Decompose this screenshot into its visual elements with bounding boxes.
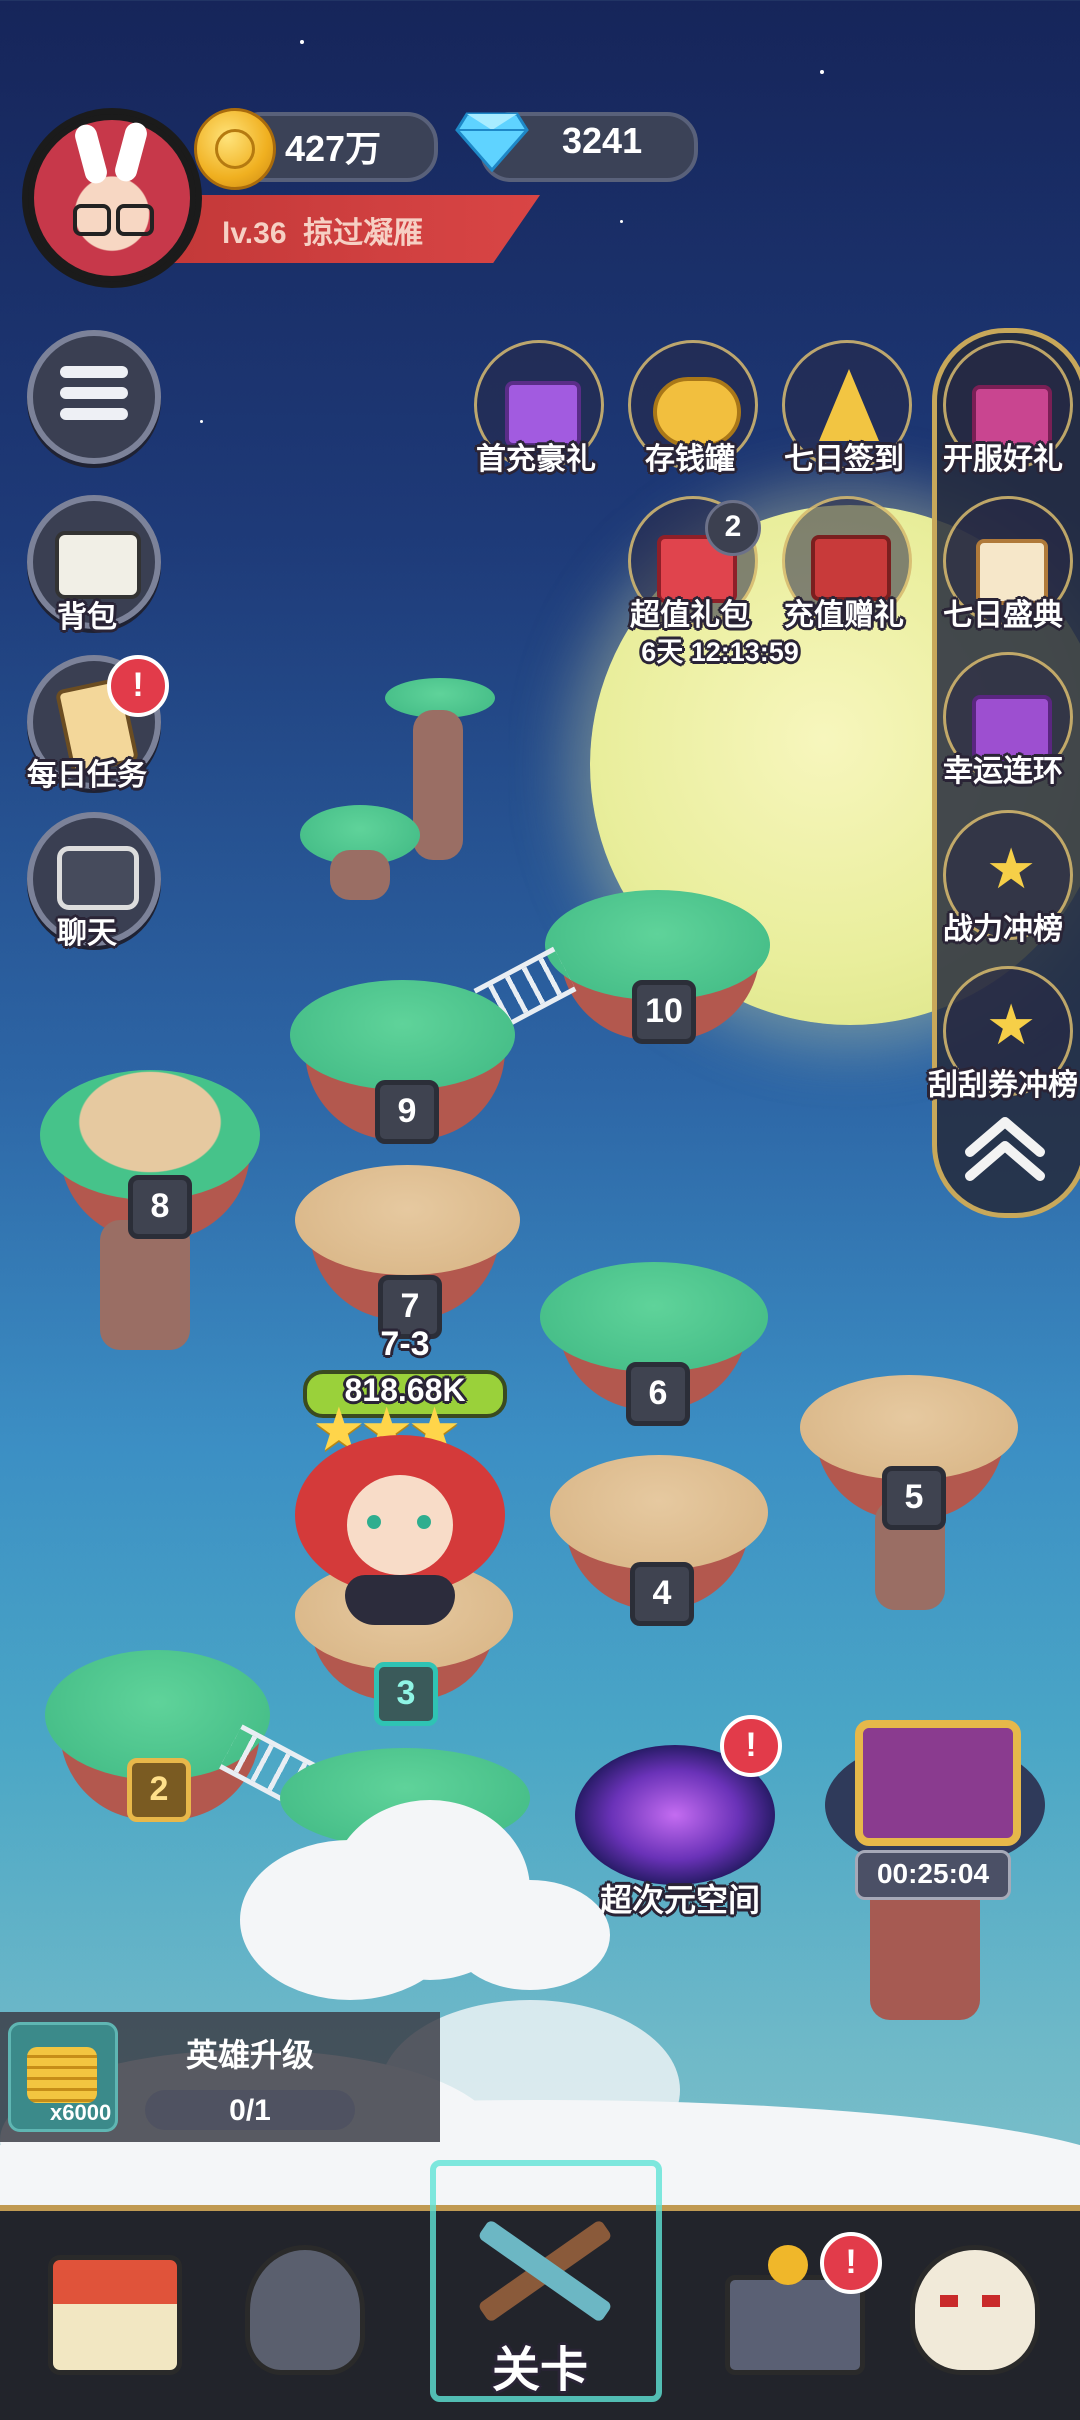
coin-icon xyxy=(194,108,276,190)
current-stage-label: 7-3 xyxy=(380,1325,430,1363)
avatar[interactable] xyxy=(22,108,202,288)
stage-tab-label: 关卡 xyxy=(491,2344,588,2397)
shop-tab[interactable] xyxy=(40,2235,182,2375)
level-name: lv.36 掠过凝雁 xyxy=(222,208,423,252)
server-open-gift-label: 开服好礼 xyxy=(943,443,1063,476)
stage-6-tag: 6 xyxy=(626,1362,690,1426)
menu-icon xyxy=(60,366,128,420)
value-pack-label: 超值礼包 xyxy=(630,599,750,632)
floating-rock xyxy=(100,1220,190,1350)
stage-3-tag: 3 xyxy=(374,1662,438,1726)
crossed-swords-icon xyxy=(470,2200,613,2340)
power-ranking-label: 战力冲榜 xyxy=(943,913,1063,946)
daily-tasks-alert-badge: ! xyxy=(107,655,169,717)
floating-rock xyxy=(413,710,463,860)
island-9[interactable] xyxy=(290,980,515,1090)
stars xyxy=(0,0,1080,600)
task-title: 英雄升级 xyxy=(185,2037,314,2073)
stage-5-tag: 5 xyxy=(882,1466,946,1530)
first-recharge-label: 首充豪礼 xyxy=(476,443,596,476)
floating-rock xyxy=(330,850,390,900)
coin-value: 427万 xyxy=(285,128,382,169)
daily-tasks-label: 每日任务 xyxy=(27,759,147,792)
task-reward: x6000 xyxy=(50,2100,112,2125)
player-name: 掠过凝雁 xyxy=(303,217,424,250)
hero-tab[interactable] xyxy=(230,2235,370,2375)
island-5[interactable] xyxy=(800,1375,1018,1480)
island-6[interactable] xyxy=(540,1262,768,1372)
recharge-gift-label: 充值赠礼 xyxy=(784,599,904,632)
value-pack-count-badge: 2 xyxy=(705,500,761,556)
bag-label: 背包 xyxy=(57,601,117,634)
treasury-alert-badge: ! xyxy=(820,2232,882,2294)
party-hat-icon xyxy=(819,369,879,441)
collapse-chevron-icon[interactable] xyxy=(960,1112,1050,1182)
boss-tab[interactable] xyxy=(900,2235,1040,2375)
seven-day-signin-label: 七日签到 xyxy=(784,443,904,476)
lucky-chain-label: 幸运连环 xyxy=(943,755,1063,788)
portal-alert-badge: ! xyxy=(720,1715,782,1777)
gem-icon xyxy=(455,112,529,172)
stage-8-tag: 8 xyxy=(128,1175,192,1239)
gem-value: 3241 xyxy=(562,120,643,161)
hero-character[interactable] xyxy=(295,1435,505,1625)
island-4[interactable] xyxy=(550,1455,768,1570)
chat-label: 聊天 xyxy=(57,917,117,950)
stage-tab[interactable]: 关卡 xyxy=(430,2160,662,2402)
knight-helmet-icon xyxy=(245,2245,365,2375)
clouds xyxy=(0,1800,1080,2260)
bag-icon xyxy=(55,531,141,599)
shop-icon xyxy=(48,2255,182,2375)
island-7[interactable] xyxy=(295,1165,520,1275)
task-progress-text: 0/1 xyxy=(229,2094,271,2127)
stage-10-tag: 10 xyxy=(632,980,696,1044)
seven-day-festival-label: 七日盛典 xyxy=(943,599,1063,632)
star-trophy-icon: ★ xyxy=(986,993,1037,1056)
level-label: lv.36 xyxy=(222,217,287,250)
star-trophy-icon: ★ xyxy=(986,837,1037,900)
chat-bubble-icon xyxy=(57,846,139,910)
stage-4-tag: 4 xyxy=(630,1562,694,1626)
value-pack-timer: 6天 12:13:59 xyxy=(641,637,799,667)
skull-icon xyxy=(910,2245,1040,2375)
menu-button[interactable] xyxy=(27,330,161,464)
piggy-bank-label: 存钱罐 xyxy=(645,443,735,476)
scratch-ranking-label: 刮刮券冲榜 xyxy=(928,1069,1078,1102)
stage-9-tag: 9 xyxy=(375,1080,439,1144)
